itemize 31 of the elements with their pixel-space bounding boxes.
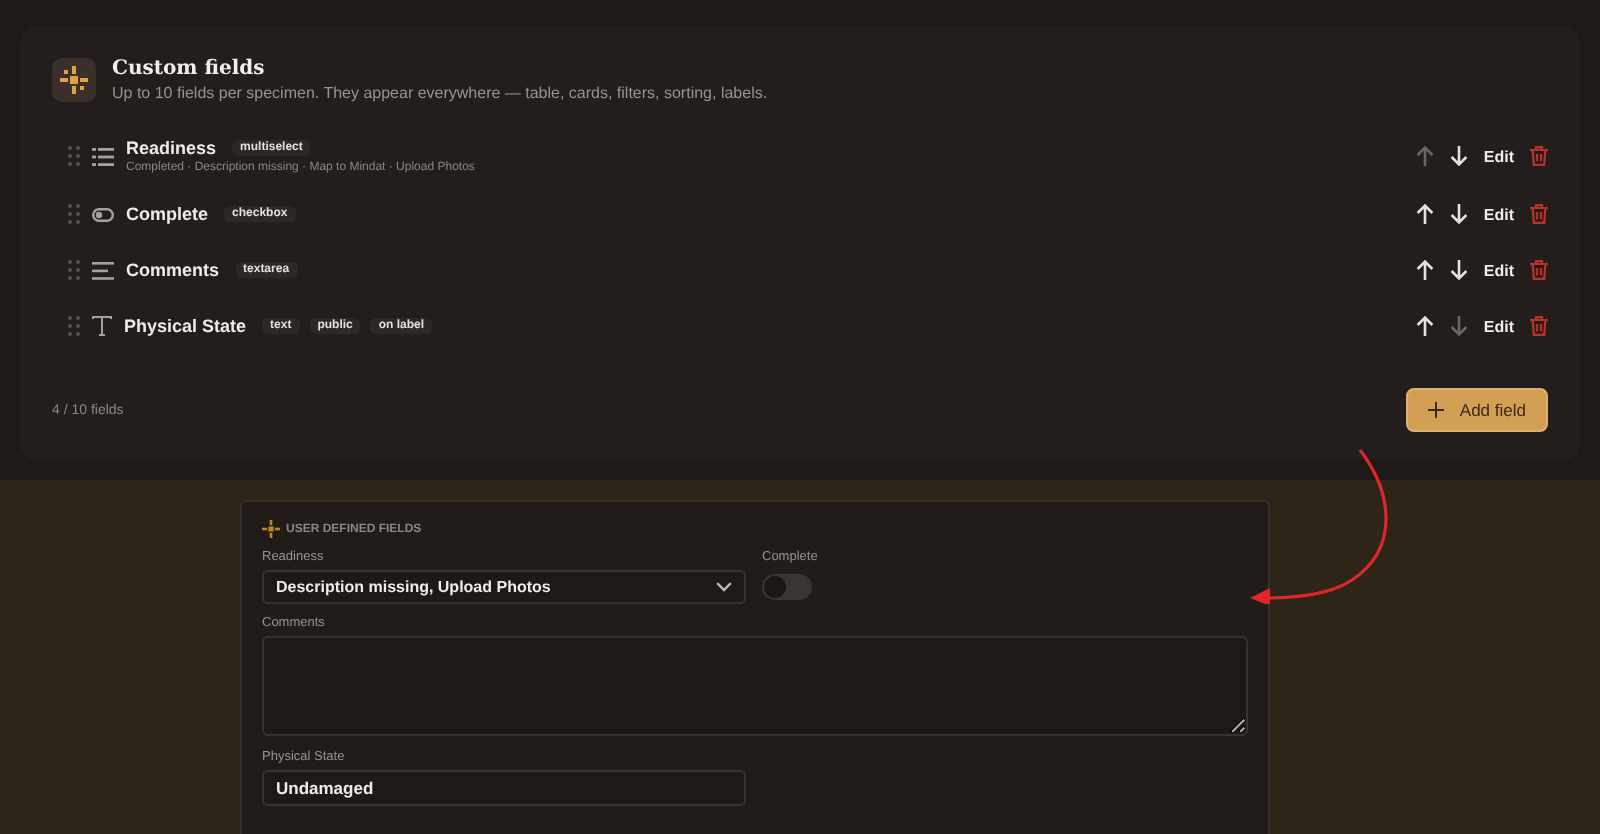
- toggle-icon: [92, 207, 114, 221]
- field-name: Comments: [126, 260, 220, 280]
- physical-state-field[interactable]: Undamaged: [262, 770, 746, 806]
- delete-button[interactable]: [1530, 260, 1548, 280]
- edit-button[interactable]: Edit: [1483, 261, 1514, 279]
- drag-handle-icon[interactable]: [68, 316, 80, 336]
- card-subtitle: Up to 10 fields per specimen. They appear everywhere — table, cards, filters, sorting, labels.: [112, 84, 768, 102]
- edit-button[interactable]: Edit: [1483, 147, 1514, 165]
- delete-button[interactable]: [1530, 146, 1548, 166]
- drag-handle-icon[interactable]: [68, 260, 80, 280]
- edit-button[interactable]: Edit: [1483, 205, 1514, 223]
- text-lines-icon: [92, 261, 114, 279]
- delete-button[interactable]: [1530, 316, 1548, 336]
- field-name: Physical State: [124, 316, 247, 336]
- text-type-icon: [92, 316, 112, 336]
- sparkle-icon: [52, 58, 96, 102]
- card-title: Custom fields: [112, 58, 267, 80]
- sparkle-icon: [262, 520, 280, 538]
- chevron-down-icon: [716, 582, 732, 592]
- delete-button[interactable]: [1530, 204, 1548, 224]
- comments-field[interactable]: [262, 636, 1248, 736]
- edit-button[interactable]: Edit: [1483, 317, 1514, 335]
- plus-icon: [1427, 402, 1444, 418]
- add-field-button[interactable]: Add field: [1405, 388, 1548, 432]
- field-name: Readiness: [126, 138, 217, 158]
- drag-handle-icon[interactable]: [68, 146, 80, 166]
- readiness-dropdown[interactable]: Description missing, Upload Photos: [262, 570, 746, 604]
- complete-toggle[interactable]: [762, 574, 812, 600]
- drag-handle-icon[interactable]: [68, 204, 80, 224]
- list-icon: [92, 147, 114, 165]
- field-name: Complete: [126, 204, 209, 224]
